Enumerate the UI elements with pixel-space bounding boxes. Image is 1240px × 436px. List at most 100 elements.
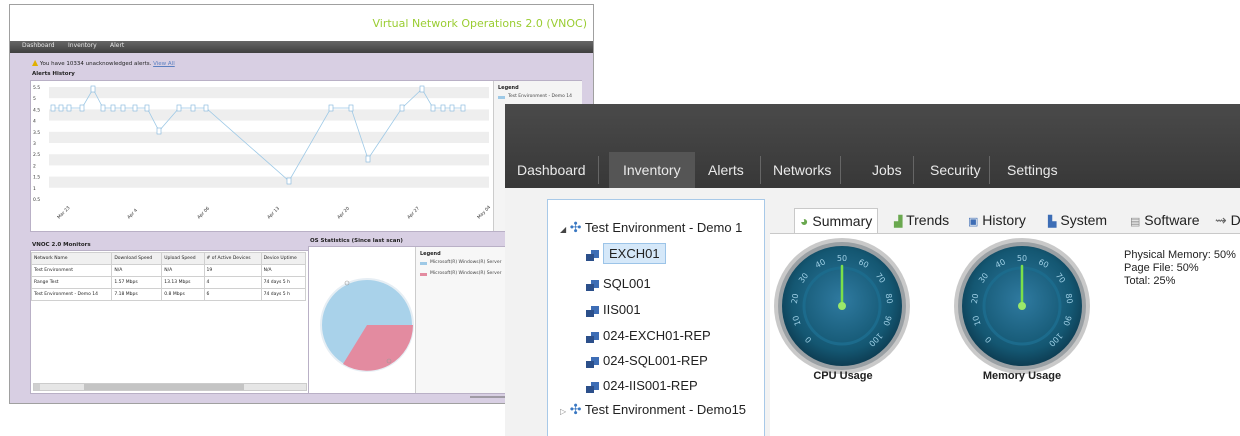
data-point[interactable] — [203, 104, 209, 112]
tree-item-024-iis001-rep[interactable]: 024-IIS001-REP — [586, 378, 698, 394]
data-point[interactable] — [132, 104, 138, 112]
tree-item-exch01[interactable]: EXCH01 — [586, 243, 666, 264]
data-point[interactable] — [176, 104, 182, 112]
tab-inventory[interactable]: Inventory — [609, 152, 695, 188]
total-stat: Total: 25% — [1124, 275, 1176, 287]
tab-dashboard[interactable]: Dashboard — [517, 152, 586, 188]
server-icon — [586, 331, 600, 344]
legend-swatch — [420, 273, 427, 276]
table-cell: Test Environment — [30, 264, 113, 277]
tab-networks[interactable]: Networks — [773, 152, 831, 188]
trends-icon: ▟ — [894, 216, 903, 228]
data-point[interactable] — [328, 104, 334, 112]
tree-root-demo15[interactable]: ▷ ✣ Test Environment - Demo15 — [560, 401, 746, 418]
tab-summary[interactable]: ◕ Summary — [794, 208, 879, 233]
x-tick-label: Apr 13 — [266, 206, 281, 221]
tree-item-024-exch01-rep[interactable]: 024-EXCH01-REP — [586, 328, 711, 344]
data-point[interactable] — [110, 104, 116, 112]
os-legend-title: Legend — [420, 251, 441, 257]
col-download-speed[interactable]: Download Speed — [111, 252, 163, 265]
table-row[interactable]: Test Environment N/A N/A 19 N/A — [30, 264, 307, 277]
table-cell: N/A — [161, 264, 205, 277]
col-device-uptime[interactable]: Device Uptime — [260, 252, 307, 265]
tree-item-sql001[interactable]: SQL001 — [586, 276, 651, 292]
os-stats-title: OS Statistics (Since last scan) — [310, 238, 403, 244]
data-point[interactable] — [144, 104, 150, 112]
y-tick-label: 1 — [33, 186, 36, 192]
dashboard-nav: Dashboard Inventory Alert — [10, 41, 593, 53]
tab-settings[interactable]: Settings — [1007, 152, 1058, 188]
collapse-arrow-icon[interactable]: ◢ — [560, 225, 566, 234]
col-upload-speed[interactable]: Upload Speed — [161, 252, 205, 265]
os-pie-chart — [320, 278, 414, 372]
tree-item-024-sql001-rep[interactable]: 024-SQL001-REP — [586, 353, 708, 369]
table-header-row: Network Name Download Speed Upload Speed… — [30, 252, 307, 265]
legend-swatch — [420, 262, 427, 265]
data-point[interactable] — [419, 85, 425, 93]
data-point[interactable] — [120, 104, 126, 112]
tab-label: Trends — [906, 212, 950, 228]
tree-root-demo1[interactable]: ◢ ✣ Test Environment - Demo 1 — [560, 219, 742, 236]
nav-alert[interactable]: Alert — [110, 42, 124, 49]
nav-dashboard[interactable]: Dashboard — [22, 42, 55, 49]
data-point[interactable] — [449, 104, 455, 112]
tab-system[interactable]: ▙ System — [1048, 208, 1107, 232]
tree-item-iis001[interactable]: IIS001 — [586, 302, 641, 318]
tab-more[interactable]: ⇝ D — [1215, 208, 1240, 232]
tab-history[interactable]: ▣ History — [968, 208, 1026, 232]
data-point[interactable] — [365, 155, 371, 163]
y-tick-label: 3 — [33, 141, 36, 147]
nav-inventory[interactable]: Inventory — [68, 42, 97, 49]
tab-security[interactable]: Security — [930, 152, 981, 188]
gauge-tick-label: 80 — [1064, 293, 1074, 304]
server-icon — [586, 305, 600, 318]
horizontal-scrollbar[interactable] — [33, 383, 307, 391]
monitors-title: VNOC 2.0 Monitors — [32, 242, 91, 248]
memory-usage-label: Memory Usage — [982, 370, 1062, 382]
table-cell: 1.57 Mbps — [111, 276, 163, 289]
data-point[interactable] — [348, 104, 354, 112]
x-tick-label: Mar 23 — [56, 205, 71, 220]
data-point[interactable] — [66, 104, 72, 112]
data-point[interactable] — [460, 104, 466, 112]
data-point[interactable] — [58, 104, 64, 112]
expand-arrow-icon[interactable]: ▷ — [560, 407, 566, 416]
alerts-history-chart: 5.5 5 4.5 4 3.5 3 2.5 2 1.5 1 0.5 Mar 23 Apr 4 Apr 06… — [33, 85, 492, 221]
usage-stats: Physical Memory: 50% Page File: 50% Tota… — [1124, 249, 1236, 288]
y-tick-label: 2.5 — [33, 152, 40, 158]
gauge-hub — [838, 302, 846, 310]
table-row[interactable]: Range Test 1.57 Mbps 13.13 Mbps 4 74 day… — [30, 276, 307, 289]
data-point[interactable] — [79, 104, 85, 112]
alerts-history-title: Alerts History — [32, 71, 75, 77]
gauge-tick-label: 50 — [1017, 254, 1027, 263]
view-all-link[interactable]: View All — [153, 61, 175, 67]
gauge-tick-label: 20 — [970, 293, 980, 304]
x-tick-label: Apr 27 — [406, 206, 421, 221]
data-point[interactable] — [399, 104, 405, 112]
software-icon: ▤ — [1130, 216, 1141, 228]
data-point[interactable] — [90, 85, 96, 93]
tab-alerts[interactable]: Alerts — [708, 152, 744, 188]
tab-jobs[interactable]: Jobs — [872, 152, 902, 188]
data-point[interactable] — [440, 104, 446, 112]
tab-software[interactable]: ▤ Software — [1130, 208, 1200, 232]
table-row[interactable]: Test Environment - Demo 14 7.18 Mbps 0.8… — [30, 288, 307, 301]
table-cell: N/A — [111, 264, 163, 277]
inventory-tree: ◢ ✣ Test Environment - Demo 1 EXCH01 SQL… — [547, 199, 765, 436]
col-active-devices[interactable]: # of Active Devices — [203, 252, 262, 265]
table-cell: 4 — [203, 276, 262, 289]
table-cell: N/A — [260, 264, 307, 277]
col-network-name[interactable]: Network Name — [30, 252, 113, 265]
tab-label: History — [982, 212, 1026, 228]
x-tick-label: Apr 06 — [196, 206, 211, 221]
data-point[interactable] — [156, 127, 162, 135]
summary-icon: ◕ — [800, 213, 809, 229]
data-point[interactable] — [100, 104, 106, 112]
data-point[interactable] — [190, 104, 196, 112]
y-tick-label: 5 — [33, 96, 36, 102]
tab-trends[interactable]: ▟ Trends — [894, 208, 949, 232]
data-point[interactable] — [50, 104, 56, 112]
network-icon: ✣ — [569, 401, 582, 417]
data-point[interactable] — [430, 104, 436, 112]
data-point[interactable] — [286, 177, 292, 185]
